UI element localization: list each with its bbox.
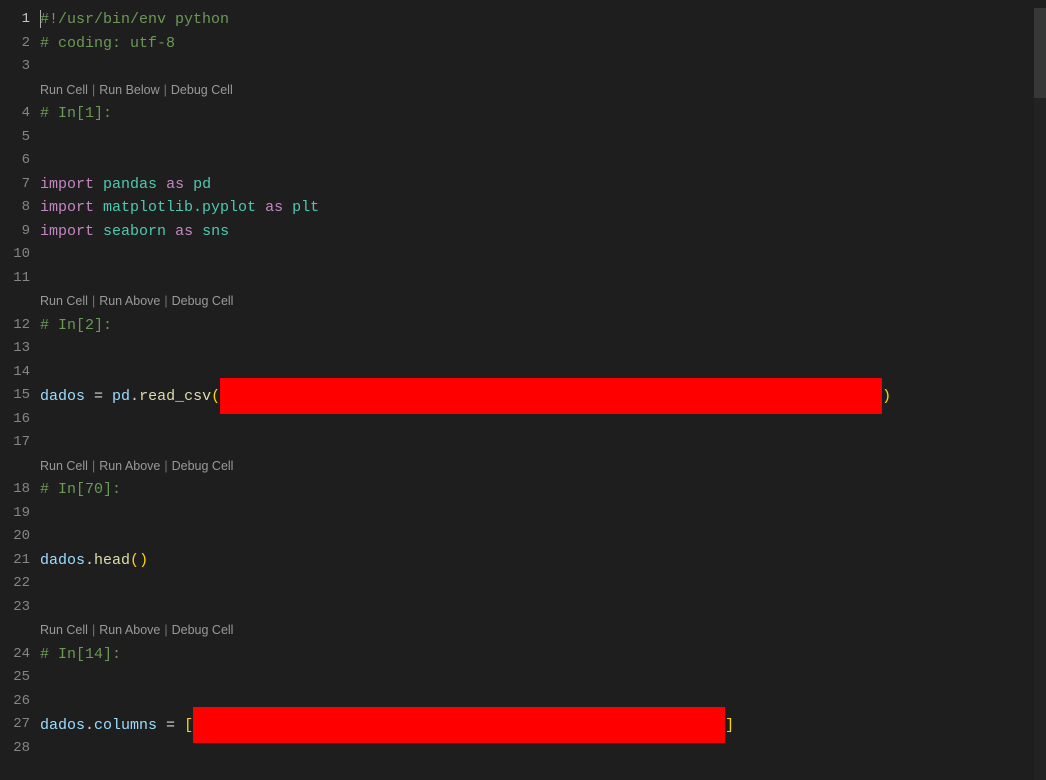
code-token: . [85,552,94,569]
line-number: 11 [0,267,30,291]
code-token: # In[70]: [40,481,121,498]
line-number: 28 [0,737,30,761]
line-number: 20 [0,525,30,549]
line-number: 10 [0,243,30,267]
line-number: 22 [0,572,30,596]
codelens-row: Run Cell | Run Above | Debug Cell [40,619,1046,643]
redacted-block [193,707,725,743]
line-number: 8 [0,196,30,220]
line-number: 25 [0,666,30,690]
code-editor[interactable]: 1 2 3 4 5 6 7 8 9 10 11 12 13 14 15 16 1… [0,0,1046,780]
vertical-scrollbar[interactable] [1034,8,1046,780]
line-number: 7 [0,173,30,197]
line-number: 15 [0,384,30,408]
line-number: 2 [0,32,30,56]
code-token: seaborn [103,223,166,240]
line-number: 19 [0,502,30,526]
codelens-run-below[interactable]: Run Below [99,79,159,103]
codelens-run-cell[interactable]: Run Cell [40,619,88,643]
codelens-run-above[interactable]: Run Above [99,619,160,643]
code-token: pandas [103,176,157,193]
code-token: . [85,717,94,734]
code-token: # In[1]: [40,105,112,122]
code-token: [ [184,717,193,734]
code-token: dados [40,552,85,569]
code-token: # coding: utf-8 [40,35,175,52]
code-token: # In[2]: [40,317,112,334]
codelens-debug-cell[interactable]: Debug Cell [172,455,234,479]
line-number: 27 [0,713,30,737]
code-token: dados [40,717,85,734]
line-number: 1 [0,8,30,32]
code-area[interactable]: #!/usr/bin/env python # coding: utf-8 Ru… [40,8,1046,780]
codelens-debug-cell[interactable]: Debug Cell [172,619,234,643]
code-token: dados [40,388,85,405]
code-token: . [130,388,139,405]
line-number: 3 [0,55,30,79]
code-token: import [40,223,94,240]
line-number: 21 [0,549,30,573]
code-token: head [94,552,130,569]
code-token: read_csv [139,388,211,405]
line-number: 5 [0,126,30,150]
line-number: 24 [0,643,30,667]
code-token: as [166,176,184,193]
line-number: 4 [0,102,30,126]
code-token: pd [193,176,211,193]
line-number: 16 [0,408,30,432]
code-token: #!/usr/bin/env python [40,11,229,28]
code-token: ) [882,388,891,405]
line-number: 23 [0,596,30,620]
code-token: import [40,199,94,216]
line-number: 14 [0,361,30,385]
codelens-run-above[interactable]: Run Above [99,455,160,479]
code-token: columns [94,717,157,734]
code-token: ( [130,552,139,569]
code-token: = [157,717,184,734]
scrollbar-thumb[interactable] [1034,8,1046,98]
code-token: ] [725,717,734,734]
codelens-debug-cell[interactable]: Debug Cell [172,290,234,314]
code-token: as [265,199,283,216]
code-token: plt [292,199,319,216]
codelens-debug-cell[interactable]: Debug Cell [171,79,233,103]
line-number: 13 [0,337,30,361]
code-token: ( [211,388,220,405]
codelens-run-above[interactable]: Run Above [99,290,160,314]
code-token: # In[14]: [40,646,121,663]
codelens-run-cell[interactable]: Run Cell [40,79,88,103]
code-token: pd [112,388,130,405]
code-token: sns [202,223,229,240]
line-number-gutter: 1 2 3 4 5 6 7 8 9 10 11 12 13 14 15 16 1… [0,8,40,780]
code-token: as [175,223,193,240]
code-token: matplotlib.pyplot [103,199,256,216]
codelens-row: Run Cell | Run Above | Debug Cell [40,455,1046,479]
codelens-row: Run Cell | Run Below | Debug Cell [40,79,1046,103]
line-number: 26 [0,690,30,714]
codelens-row: Run Cell | Run Above | Debug Cell [40,290,1046,314]
code-token: = [85,388,112,405]
line-number: 17 [0,431,30,455]
code-token: ) [139,552,148,569]
code-token: import [40,176,94,193]
codelens-run-cell[interactable]: Run Cell [40,290,88,314]
line-number: 18 [0,478,30,502]
line-number: 6 [0,149,30,173]
redacted-block [220,378,882,414]
line-number: 12 [0,314,30,338]
line-number: 9 [0,220,30,244]
codelens-run-cell[interactable]: Run Cell [40,455,88,479]
